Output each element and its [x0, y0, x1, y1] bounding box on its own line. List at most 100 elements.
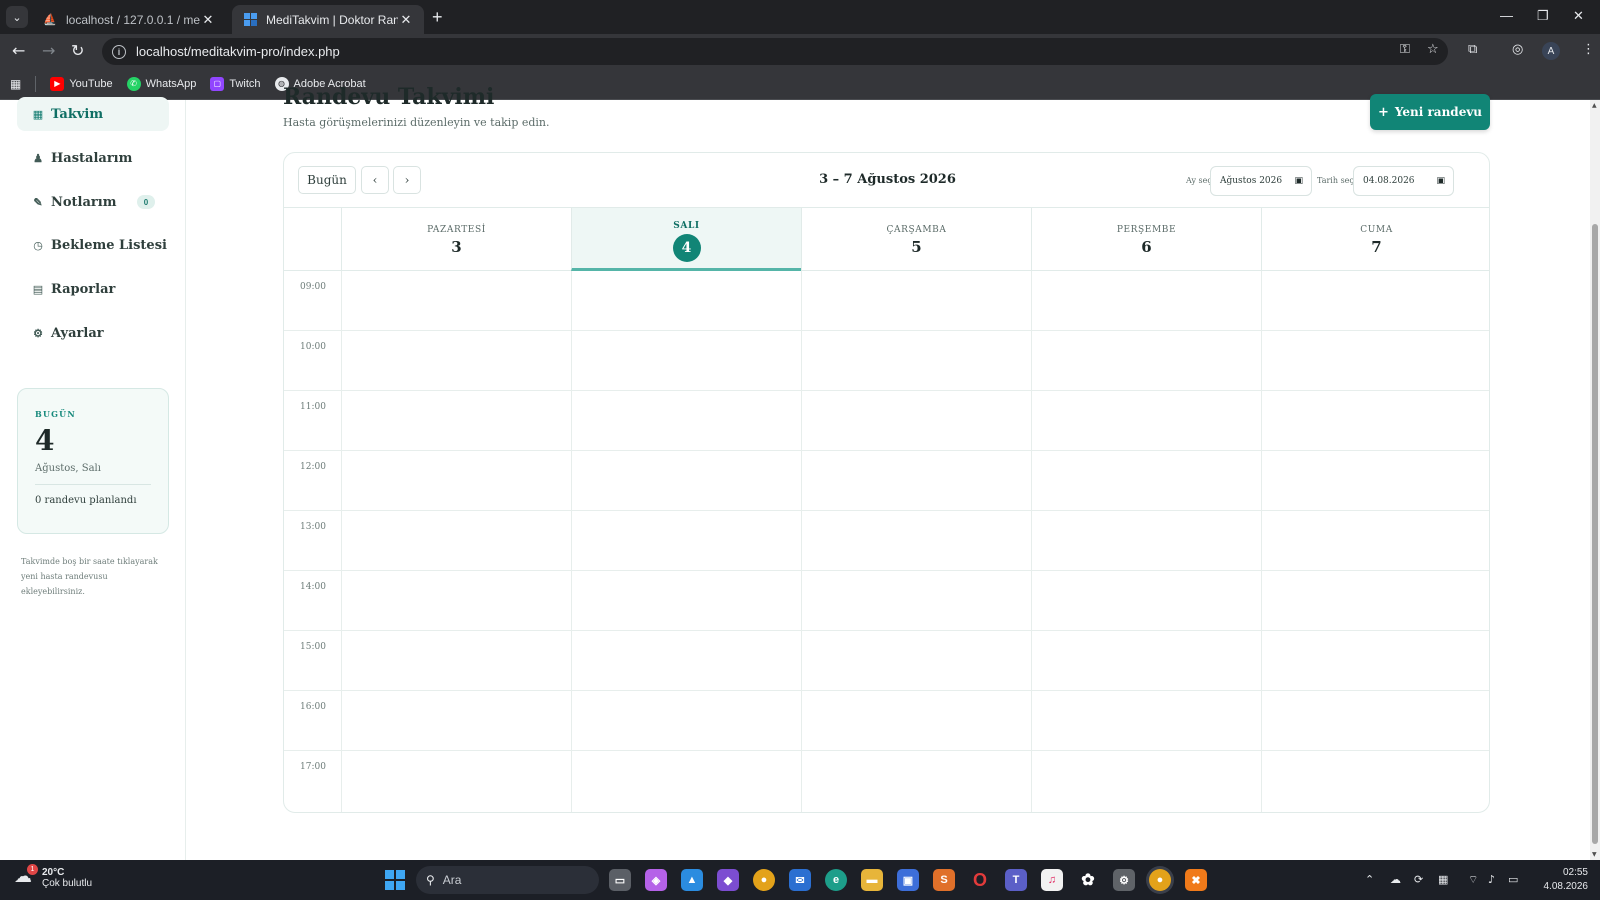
xampp-icon[interactable]: ✖ [1185, 869, 1207, 891]
search-placeholder: Ara [442, 873, 462, 887]
chrome-active-icon[interactable]: ● [1149, 869, 1171, 891]
music-icon[interactable]: ♫ [1041, 869, 1063, 891]
close-tab-icon[interactable]: ✕ [398, 12, 414, 28]
close-window-icon[interactable]: ✕ [1573, 8, 1584, 24]
file-explorer-icon[interactable]: ▬ [861, 869, 883, 891]
day-number: 5 [911, 238, 922, 256]
microsoft-store-icon[interactable]: ▣ [897, 869, 919, 891]
sidebar-item-hastalarim[interactable]: ♟ Hastalarım [17, 141, 169, 175]
meditakvim-icon [242, 12, 258, 28]
scroll-down-arrow-icon[interactable]: ▼ [1592, 851, 1597, 858]
sidebar-item-ayarlar[interactable]: ⚙ Ayarlar [17, 316, 169, 350]
hour-label: 14:00 [300, 582, 326, 592]
day-name: SALI [673, 221, 700, 231]
settings-icon[interactable]: ⚙ [1113, 869, 1135, 891]
calendar-grid: 09:00 10:00 11:00 12:00 13:00 14:00 15:0… [284, 271, 1489, 812]
date-picker[interactable]: 04.08.2026 ▣ [1353, 166, 1454, 196]
scrollbar-thumb[interactable] [1592, 224, 1598, 844]
sidebar-item-label: Takvim [51, 106, 104, 122]
extensions-icon[interactable]: ⧉ [1468, 42, 1477, 57]
task-view-icon[interactable]: ▭ [609, 869, 631, 891]
sidebar-item-bekleme-listesi[interactable]: ◷ Bekleme Listesi [17, 228, 169, 262]
password-key-icon[interactable]: ⚿ [1400, 42, 1410, 57]
hour-label: 13:00 [300, 522, 326, 532]
teams-icon[interactable]: T [1005, 869, 1027, 891]
more-menu-icon[interactable]: ⋮ [1582, 42, 1595, 57]
page-title: Randevu Takvimi [283, 84, 495, 110]
close-tab-icon[interactable]: ✕ [200, 12, 216, 28]
copilot-icon[interactable]: ◈ [645, 869, 667, 891]
page-scrollbar[interactable]: ▲ ▼ [1590, 100, 1600, 860]
url-text: localhost/meditakvim-pro/index.php [136, 44, 340, 59]
new-appointment-button[interactable]: + Yeni randevu [1370, 94, 1490, 130]
site-info-icon[interactable]: i [112, 44, 126, 59]
bookmark-whatsapp[interactable]: ✆ WhatsApp [126, 76, 196, 91]
sidebar: ▦ Takvim ♟ Hastalarım ✎ Notlarım 0 ◷ Bek… [0, 97, 186, 860]
main-content: Randevu Takvimi Hasta görüşmelerinizi dü… [186, 84, 1590, 860]
photos-icon[interactable]: ▲ [681, 869, 703, 891]
bookmark-twitch[interactable]: ▢ Twitch [210, 76, 261, 91]
windows-taskbar: ☁ 1 20°C Çok bulutlu ⚲ Ara ▭ ◈ ▲ ◆ ● ✉ e… [0, 860, 1600, 900]
chatgpt-icon[interactable]: ✿ [1077, 869, 1099, 891]
taskbar-search[interactable]: ⚲ Ara [416, 866, 599, 894]
week-calendar: Bugün ‹ › 3 – 7 Ağustos 2026 Ay seç Ağus… [283, 152, 1490, 813]
reload-icon[interactable]: ↻ [71, 41, 84, 60]
clock-icon: ◷ [33, 238, 43, 252]
minimize-icon[interactable]: — [1500, 8, 1513, 23]
tab-search-chevron-icon[interactable]: ⌄ [6, 6, 28, 28]
new-appointment-label: Yeni randevu [1394, 105, 1483, 119]
address-bar[interactable]: i localhost/meditakvim-pro/index.php [102, 38, 1448, 65]
date-picker-label: Tarih seç [1317, 176, 1354, 185]
new-tab-icon[interactable]: + [432, 7, 443, 28]
bookmark-star-icon[interactable]: ☆ [1427, 42, 1439, 57]
hour-label: 10:00 [300, 342, 326, 352]
tray-chevron-icon[interactable]: ⌃ [1365, 873, 1374, 886]
outlook-icon[interactable]: ✉ [789, 869, 811, 891]
twitch-icon: ▢ [210, 76, 225, 91]
scroll-up-arrow-icon[interactable]: ▲ [1592, 102, 1597, 109]
hour-label: 15:00 [300, 642, 326, 652]
day-number: 3 [451, 238, 462, 256]
today-card-divider [35, 484, 151, 485]
back-icon[interactable]: ← [12, 41, 25, 60]
day-header-thursday: PERŞEMBE 6 [1031, 208, 1261, 271]
sidebar-item-raporlar[interactable]: ▤ Raporlar [17, 272, 169, 306]
apps-grid-icon[interactable]: ▦ [10, 77, 21, 91]
forward-icon[interactable]: → [42, 41, 55, 60]
system-clock[interactable]: 02:55 4.08.2026 [1540, 866, 1589, 894]
edge-icon[interactable]: e [825, 869, 847, 891]
sync-icon[interactable]: ⟳ [1414, 873, 1423, 886]
sidebar-item-takvim[interactable]: ▦ Takvim [17, 97, 169, 131]
restore-icon[interactable]: ❐ [1537, 8, 1549, 24]
browser-tab-phpmyadmin[interactable]: ⛵ localhost / 127.0.0.1 / meditakvim ✕ [32, 5, 226, 34]
performance-icon[interactable]: ◎ [1512, 42, 1523, 57]
chrome-icon[interactable]: ● [753, 869, 775, 891]
onedrive-icon[interactable]: ☁ [1390, 873, 1401, 886]
profile-avatar[interactable]: A [1542, 42, 1560, 60]
day-number: 6 [1141, 238, 1152, 256]
clock-date: 4.08.2026 [1543, 881, 1589, 892]
battery-icon[interactable]: ▭ [1508, 873, 1518, 886]
weather-description: Çok bulutlu [42, 878, 93, 889]
weather-widget[interactable]: ☁ 1 20°C Çok bulutlu [14, 864, 93, 890]
sidebar-item-label: Hastalarım [51, 150, 133, 166]
month-picker-value: Ağustos 2026 [1220, 176, 1283, 186]
sublime-text-icon[interactable]: S [933, 869, 955, 891]
opera-icon[interactable]: O [969, 869, 991, 891]
empty-time-slots-area[interactable] [342, 271, 1489, 812]
browser-tab-meditakvim[interactable]: MediTakvim | Doktor Randevu T ✕ [232, 5, 424, 34]
weather-temperature: 20°C [42, 867, 65, 878]
chart-icon: ▤ [32, 282, 44, 296]
bookmark-youtube[interactable]: ▶ YouTube [50, 76, 113, 91]
wifi-icon[interactable]: ⌔ [1468, 873, 1478, 887]
volume-icon[interactable]: ♪ [1488, 873, 1495, 886]
app-tray-icon[interactable]: ▦ [1438, 873, 1448, 886]
search-icon: ⚲ [426, 873, 435, 887]
windows-start-icon[interactable] [385, 870, 405, 890]
day-header-monday: PAZARTESİ 3 [341, 208, 571, 271]
day-number: 7 [1371, 238, 1382, 256]
sidebar-item-notlarim[interactable]: ✎ Notlarım 0 [17, 185, 169, 219]
month-picker[interactable]: Ağustos 2026 ▣ [1210, 166, 1312, 196]
bookmark-separator [35, 75, 37, 92]
visual-studio-icon[interactable]: ◆ [717, 869, 739, 891]
